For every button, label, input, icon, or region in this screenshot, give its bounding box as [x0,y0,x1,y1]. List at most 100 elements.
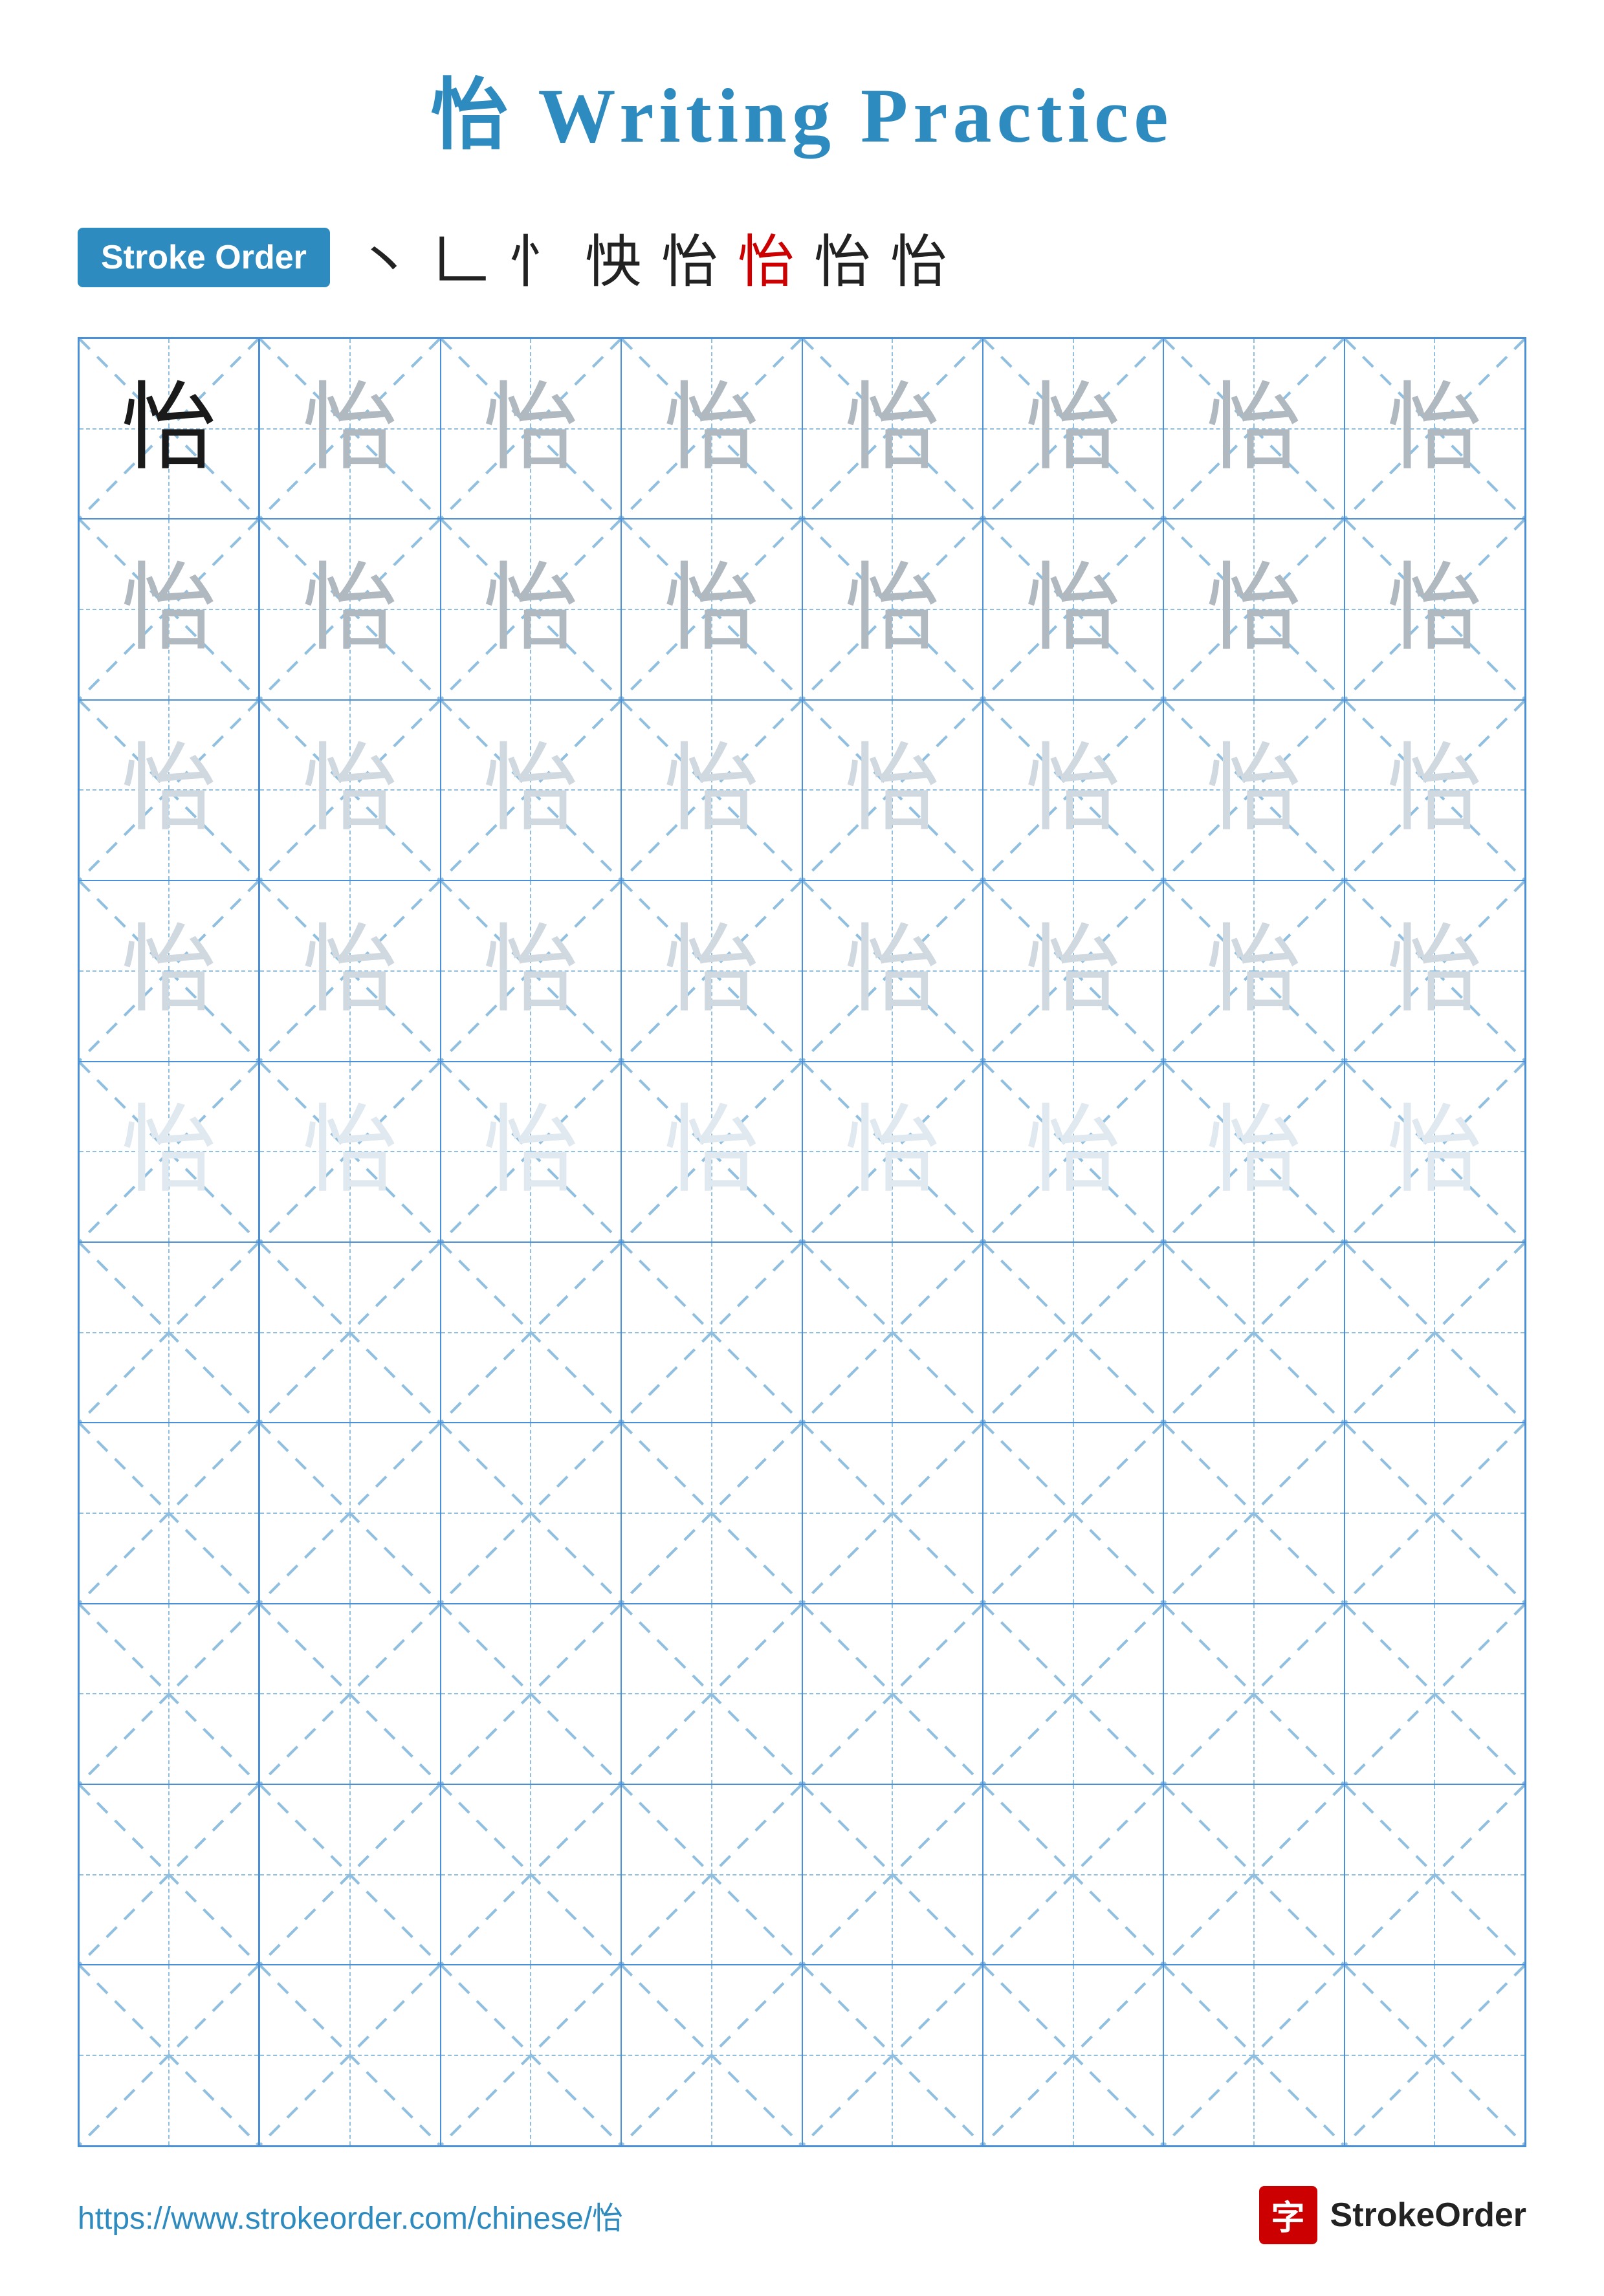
stroke-order-badge: Stroke Order [78,228,330,287]
stroke-step-1: 丶 [356,216,413,298]
char-r5c2: 怡 [302,1104,398,1199]
stroke-step-3: 忄 [509,216,566,298]
grid-cell-r7c3[interactable] [441,1423,621,1603]
char-r5c5: 怡 [844,1104,940,1199]
grid-cell-r7c8[interactable] [1345,1423,1525,1603]
grid-cell-r8c5[interactable] [802,1604,983,1784]
grid-cell-r6c2[interactable] [259,1242,440,1423]
grid-cell-r8c3[interactable] [441,1604,621,1784]
char-r1c8: 怡 [1387,381,1482,477]
grid-cell-r6c5[interactable] [802,1242,983,1423]
grid-cell-r3c1: 怡 [79,700,259,880]
char-r5c1: 怡 [121,1104,217,1199]
grid-cell-r10c4[interactable] [621,1965,802,2145]
char-r1c7: 怡 [1206,381,1302,477]
grid-cell-r1c8: 怡 [1345,338,1525,519]
grid-cell-r6c1[interactable] [79,1242,259,1423]
grid-cell-r10c5[interactable] [802,1965,983,2145]
grid-cell-r9c5[interactable] [802,1784,983,1965]
char-r3c2: 怡 [302,742,398,838]
char-r2c3: 怡 [483,562,578,657]
grid-cell-r5c3: 怡 [441,1062,621,1242]
grid-cell-r8c6[interactable] [983,1604,1163,1784]
char-r4c8: 怡 [1387,923,1482,1019]
grid-cell-r8c4[interactable] [621,1604,802,1784]
grid-cell-r10c8[interactable] [1345,1965,1525,2145]
grid-cell-r2c1: 怡 [79,519,259,699]
grid-cell-r6c8[interactable] [1345,1242,1525,1423]
grid-cell-r4c4: 怡 [621,880,802,1061]
grid-cell-r3c2: 怡 [259,700,440,880]
grid-cell-r3c3: 怡 [441,700,621,880]
grid-cell-r2c8: 怡 [1345,519,1525,699]
char-r1c4: 怡 [664,381,760,477]
grid-cell-r9c8[interactable] [1345,1784,1525,1965]
footer-logo-icon: 字 [1259,2186,1317,2244]
grid-cell-r5c5: 怡 [802,1062,983,1242]
grid-cell-r6c3[interactable] [441,1242,621,1423]
footer-url-link[interactable]: https://www.strokeorder.com/chinese/怡 [78,2192,623,2238]
grid-cell-r7c7[interactable] [1163,1423,1344,1603]
grid-cell-r10c6[interactable] [983,1965,1163,2145]
char-r5c6: 怡 [1026,1104,1121,1199]
char-r5c7: 怡 [1206,1104,1302,1199]
footer-logo: 字 StrokeOrder [1259,2186,1526,2244]
grid-cell-r2c5: 怡 [802,519,983,699]
grid-cell-r5c4: 怡 [621,1062,802,1242]
char-r2c4: 怡 [664,562,760,657]
char-r1c2: 怡 [302,381,398,477]
grid-cell-r9c6[interactable] [983,1784,1163,1965]
grid-cell-r4c1: 怡 [79,880,259,1061]
grid-cell-r7c6[interactable] [983,1423,1163,1603]
char-r1c1: 怡 [121,381,217,477]
grid-cell-r5c1: 怡 [79,1062,259,1242]
char-r4c4: 怡 [664,923,760,1019]
char-r5c8: 怡 [1387,1104,1482,1199]
char-r3c7: 怡 [1206,742,1302,838]
grid-cell-r2c4: 怡 [621,519,802,699]
grid-cell-r1c1: 怡 [79,338,259,519]
char-r2c8: 怡 [1387,562,1482,657]
grid-cell-r10c7[interactable] [1163,1965,1344,2145]
grid-cell-r8c7[interactable] [1163,1604,1344,1784]
grid-cell-r7c2[interactable] [259,1423,440,1603]
char-r1c5: 怡 [844,381,940,477]
grid-cell-r7c4[interactable] [621,1423,802,1603]
grid-cell-r10c1[interactable] [79,1965,259,2145]
grid-cell-r10c3[interactable] [441,1965,621,2145]
grid-cell-r7c1[interactable] [79,1423,259,1603]
grid-cell-r8c1[interactable] [79,1604,259,1784]
grid-cell-r3c5: 怡 [802,700,983,880]
grid-cell-r4c8: 怡 [1345,880,1525,1061]
grid-cell-r1c4: 怡 [621,338,802,519]
char-r5c3: 怡 [483,1104,578,1199]
grid-cell-r2c3: 怡 [441,519,621,699]
grid-cell-r5c6: 怡 [983,1062,1163,1242]
stroke-step-7: 怡 [814,216,871,298]
grid-cell-r9c2[interactable] [259,1784,440,1965]
grid-cell-r9c7[interactable] [1163,1784,1344,1965]
char-r2c6: 怡 [1026,562,1121,657]
grid-cell-r7c5[interactable] [802,1423,983,1603]
stroke-step-4: 怏 [585,216,642,298]
grid-cell-r6c6[interactable] [983,1242,1163,1423]
char-r4c2: 怡 [302,923,398,1019]
char-r3c1: 怡 [121,742,217,838]
stroke-order-row: Stroke Order 丶 𠃊 忄 怏 怡 怡 怡 怡 [78,216,1526,298]
char-r3c8: 怡 [1387,742,1482,838]
char-r4c6: 怡 [1026,923,1121,1019]
grid-cell-r1c6: 怡 [983,338,1163,519]
title-text: Writing Practice [513,72,1173,159]
grid-cell-r8c8[interactable] [1345,1604,1525,1784]
grid-cell-r10c2[interactable] [259,1965,440,2145]
grid-cell-r9c3[interactable] [441,1784,621,1965]
grid-cell-r6c7[interactable] [1163,1242,1344,1423]
grid-cell-r8c2[interactable] [259,1604,440,1784]
grid-cell-r9c1[interactable] [79,1784,259,1965]
grid-cell-r4c2: 怡 [259,880,440,1061]
grid-cell-r9c4[interactable] [621,1784,802,1965]
grid-cell-r4c3: 怡 [441,880,621,1061]
grid-cell-r6c4[interactable] [621,1242,802,1423]
page-title: 怡 Writing Practice [430,52,1173,164]
stroke-step-6: 怡 [738,216,795,298]
